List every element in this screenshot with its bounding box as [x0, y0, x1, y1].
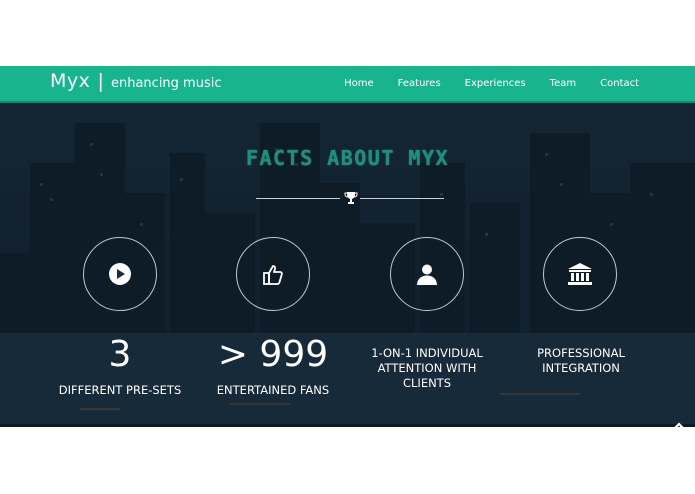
- fact-label-attention: 1-ON-1 INDIVIDUAL ATTENTION WITH CLIENTS: [371, 346, 483, 390]
- fact-label-presets: DIFFERENT PRE-SETS: [58, 383, 182, 397]
- title-divider-right: [360, 198, 444, 199]
- nav-team[interactable]: Team: [550, 78, 576, 89]
- brand-separator: |: [97, 70, 104, 92]
- fact-circle-presets: [83, 237, 157, 311]
- nav-experiences[interactable]: Experiences: [465, 78, 526, 89]
- section-title: FACTS ABOUT MYX: [245, 146, 450, 170]
- fact-circle-integration: [543, 237, 617, 311]
- fact-circle-fans: [236, 237, 310, 311]
- thumbs-up-icon: [263, 265, 283, 285]
- brand-name: Myx: [50, 70, 91, 92]
- brand-tagline: enhancing music: [110, 76, 222, 91]
- chevron-up-icon[interactable]: [672, 421, 686, 431]
- user-icon: [417, 264, 437, 285]
- fact-label-fans: ENTERTAINED FANS: [216, 383, 330, 397]
- nav-features[interactable]: Features: [398, 78, 441, 89]
- play-icon: [109, 263, 131, 285]
- title-divider-left: [256, 198, 340, 199]
- institution-icon: [568, 263, 592, 285]
- trophy-icon: [344, 192, 358, 204]
- navbar: Myx | enhancing music Home Features Expe…: [0, 66, 695, 103]
- main-nav: Home Features Experiences Team Contact: [344, 66, 695, 101]
- nav-contact[interactable]: Contact: [600, 78, 639, 89]
- fact-value-fans: > 999: [217, 334, 329, 375]
- fact-value-presets: 3: [108, 334, 132, 375]
- fact-label-integration: PROFESSIONAL INTEGRATION: [537, 346, 625, 375]
- nav-home[interactable]: Home: [344, 78, 374, 89]
- section-bottom-border: [0, 424, 695, 427]
- fact-circle-attention: [390, 237, 464, 311]
- brand-logo[interactable]: Myx | enhancing music: [50, 70, 221, 92]
